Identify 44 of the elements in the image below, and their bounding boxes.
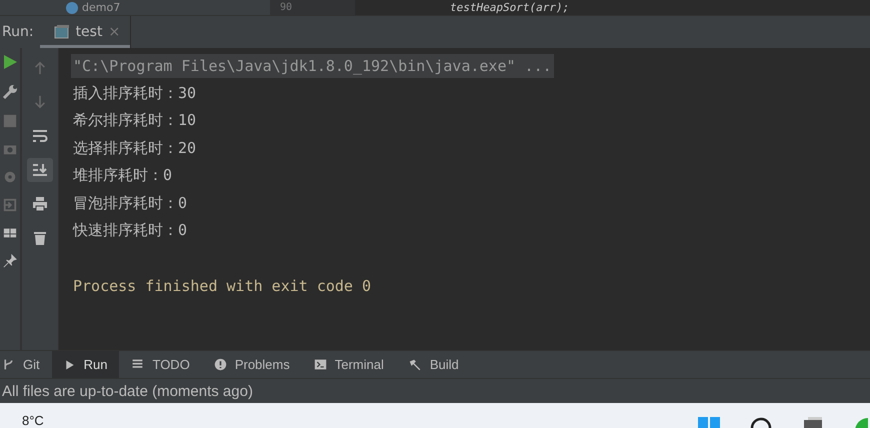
branch-icon xyxy=(2,358,15,371)
console-output-line: 选择排序耗时：20 xyxy=(73,138,196,158)
gear-icon xyxy=(3,170,17,184)
run-label: Run: xyxy=(1,23,35,42)
printer-icon xyxy=(32,196,48,212)
stop-icon xyxy=(3,114,17,128)
tool-window-tab[interactable]: Run xyxy=(52,351,120,378)
tool-window-tab[interactable]: Problems xyxy=(202,351,302,378)
tool-window-tab[interactable]: TODO xyxy=(119,351,202,378)
up-arrow-icon xyxy=(33,61,47,75)
exclamation-icon xyxy=(214,358,227,371)
task-view-icon[interactable] xyxy=(802,417,824,428)
down-arrow-icon xyxy=(33,95,47,109)
start-icon[interactable] xyxy=(698,417,720,428)
weather-temperature: 8°C xyxy=(22,413,44,428)
console-output-line: 堆排序耗时：0 xyxy=(73,166,172,186)
play-icon xyxy=(64,358,76,370)
search-icon[interactable] xyxy=(750,417,772,428)
line-number: 90 xyxy=(280,2,292,13)
scroll-to-end-button[interactable] xyxy=(27,158,53,182)
console-output-line: 插入排序耗时：30 xyxy=(73,84,196,103)
play-icon xyxy=(2,54,18,70)
terminal-icon xyxy=(314,358,327,371)
soft-wrap-icon xyxy=(32,128,48,144)
layout-icon xyxy=(3,226,17,240)
console-output-line: Process finished with exit code 0 xyxy=(73,276,372,295)
list-icon xyxy=(131,358,144,371)
tool-window-tab[interactable]: Build xyxy=(396,351,471,378)
login-icon xyxy=(3,198,17,212)
trash-icon xyxy=(32,230,48,246)
window-icon xyxy=(54,24,70,40)
project-item[interactable]: demo7 xyxy=(82,0,120,14)
tool-window-tab[interactable]: Terminal xyxy=(302,351,396,378)
app-icon[interactable] xyxy=(854,417,868,428)
console-output-line: 冒泡排序耗时：0 xyxy=(73,194,188,213)
status-message: All files are up-to-date (moments ago) xyxy=(2,382,253,400)
console-output-line: 希尔排序耗时：10 xyxy=(73,111,196,130)
code-line: testHeapSort(arr); xyxy=(450,1,570,14)
scroll-end-icon xyxy=(32,162,48,178)
tool-window-tab[interactable]: Git xyxy=(0,351,52,378)
pin-icon xyxy=(3,254,17,268)
console-output-line: 快速排序耗时：0 xyxy=(73,221,188,240)
hammer-icon xyxy=(408,358,422,372)
module-icon xyxy=(66,2,78,14)
